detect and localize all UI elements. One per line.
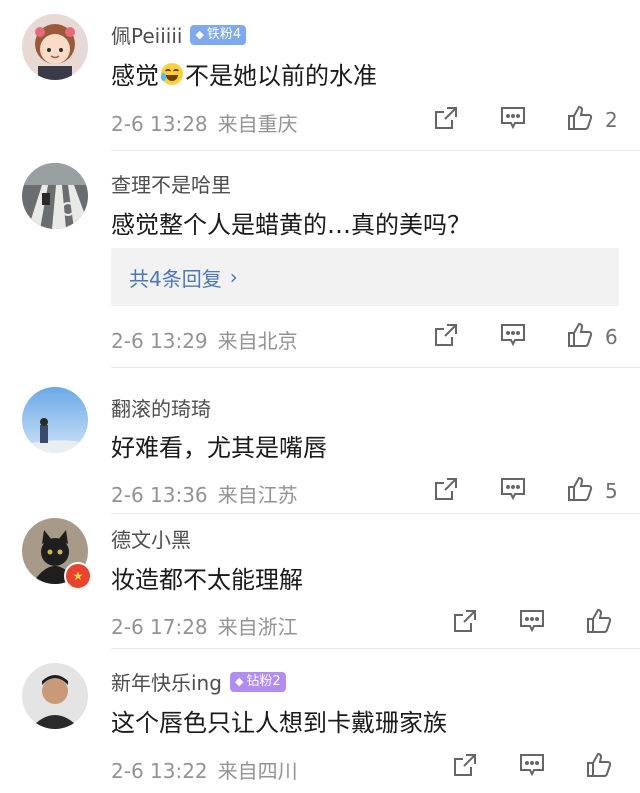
like-icon[interactable] bbox=[566, 475, 594, 503]
location: 来自浙江 bbox=[217, 615, 298, 639]
username-text[interactable]: 佩Peiiiii bbox=[111, 20, 182, 49]
diamond-icon: ◆ bbox=[195, 27, 204, 41]
username[interactable]: 翻滚的琦琦 bbox=[111, 393, 211, 422]
divider bbox=[111, 648, 640, 649]
like-count: 5 bbox=[605, 479, 618, 503]
username[interactable]: 德文小黑 bbox=[111, 524, 191, 553]
comment-text: 妆造都不太能理解 bbox=[111, 566, 303, 594]
comment-meta: 2-6 17:28 来自浙江 bbox=[111, 611, 298, 640]
share-icon[interactable] bbox=[432, 475, 460, 503]
share-icon[interactable] bbox=[432, 321, 460, 349]
avatar[interactable] bbox=[22, 14, 88, 80]
verified-badge-icon: ★ bbox=[64, 562, 92, 590]
comment-meta: 2-6 13:28 来自重庆 bbox=[111, 108, 298, 137]
fan-badge-label: 铁粉4 bbox=[206, 26, 242, 42]
share-icon[interactable] bbox=[451, 751, 479, 779]
comment-icon[interactable] bbox=[499, 104, 527, 132]
like-count: 2 bbox=[605, 108, 618, 132]
avatar[interactable] bbox=[22, 387, 88, 453]
timestamp: 2-6 17:28 bbox=[111, 615, 208, 639]
share-icon[interactable] bbox=[451, 607, 479, 635]
timestamp: 2-6 13:22 bbox=[111, 759, 208, 783]
divider bbox=[111, 367, 640, 368]
comment-icon[interactable] bbox=[499, 321, 527, 349]
divider bbox=[111, 513, 640, 514]
comment-icon[interactable] bbox=[499, 475, 527, 503]
like-icon[interactable] bbox=[585, 751, 613, 779]
comment-meta: 2-6 13:29 来自北京 bbox=[111, 325, 298, 354]
username-text[interactable]: 德文小黑 bbox=[111, 524, 191, 553]
comment-text-part: 感觉 bbox=[111, 62, 159, 90]
like-icon[interactable] bbox=[566, 104, 594, 132]
username[interactable]: 查理不是哈里 bbox=[111, 169, 231, 198]
like-icon[interactable] bbox=[585, 607, 613, 635]
comment-text: 这个唇色只让人想到卡戴珊家族 bbox=[111, 709, 447, 737]
fan-badge: ◆ 钻粉2 bbox=[229, 671, 286, 692]
fan-badge-label: 钻粉2 bbox=[246, 673, 281, 689]
location: 来自江苏 bbox=[217, 483, 298, 507]
username-text[interactable]: 查理不是哈里 bbox=[111, 169, 231, 198]
divider bbox=[111, 150, 640, 151]
timestamp: 2-6 13:29 bbox=[111, 329, 208, 353]
username[interactable]: 佩Peiiiii ◆ 铁粉4 bbox=[111, 20, 247, 49]
comment-text: 感觉整个人是蜡黄的…真的美吗？ bbox=[111, 211, 471, 239]
comment-meta: 2-6 13:22 来自四川 bbox=[111, 755, 298, 784]
replies-label: 共4条回复 bbox=[129, 266, 222, 291]
like-count: 6 bbox=[605, 325, 618, 349]
view-replies-button[interactable]: 共4条回复 › bbox=[111, 248, 619, 306]
timestamp: 2-6 13:36 bbox=[111, 483, 208, 507]
comment-icon[interactable] bbox=[518, 607, 546, 635]
avatar[interactable] bbox=[22, 663, 88, 729]
username-text[interactable]: 新年快乐ing bbox=[111, 667, 222, 696]
diamond-icon: ◆ bbox=[234, 674, 244, 688]
location: 来自北京 bbox=[217, 329, 298, 353]
location: 来自四川 bbox=[217, 759, 298, 783]
comment-text: 好难看，尤其是嘴唇 bbox=[111, 434, 327, 462]
timestamp: 2-6 13:28 bbox=[111, 112, 208, 136]
fan-badge: ◆ 铁粉4 bbox=[190, 24, 247, 45]
share-icon[interactable] bbox=[432, 104, 460, 132]
username-text[interactable]: 翻滚的琦琦 bbox=[111, 393, 211, 422]
chevron-right-icon: › bbox=[229, 265, 238, 289]
location: 来自重庆 bbox=[217, 112, 298, 136]
like-icon[interactable] bbox=[566, 321, 594, 349]
comment-text-part: 不是她以前的水准 bbox=[185, 62, 377, 90]
comment-meta: 2-6 13:36 来自江苏 bbox=[111, 479, 298, 508]
avatar[interactable] bbox=[22, 163, 88, 229]
laughing-crying-emoji-icon bbox=[161, 62, 183, 85]
comment-icon[interactable] bbox=[518, 751, 546, 779]
username[interactable]: 新年快乐ing ◆ 钻粉2 bbox=[111, 667, 286, 696]
comment-text: 感觉 不是她以前的水准 bbox=[111, 56, 377, 91]
